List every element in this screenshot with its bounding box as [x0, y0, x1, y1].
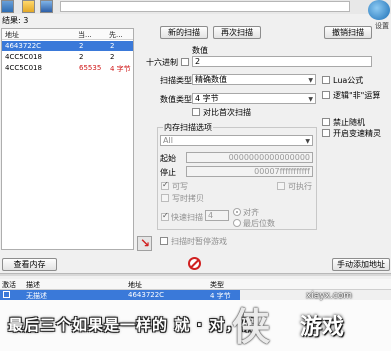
fast-scan-label: 快速扫描: [171, 213, 203, 222]
alignment-label: 对齐: [243, 208, 259, 217]
cheat-table-header: 激活 描述 地址 类型: [0, 279, 391, 290]
header-type[interactable]: 类型: [210, 280, 224, 290]
result-address: 4CC5C018: [5, 53, 42, 61]
memory-region-select[interactable]: All ▼: [160, 135, 313, 146]
hex-label: 十六进制: [146, 58, 178, 67]
found-count: 结果: 3: [2, 16, 29, 25]
active-checkbox[interactable]: [3, 291, 10, 298]
header-description[interactable]: 描述: [26, 280, 40, 290]
header-address[interactable]: 地址: [5, 30, 19, 40]
compare-first-checkbox[interactable]: [192, 108, 200, 116]
speedhack-checkbox[interactable]: [322, 129, 330, 137]
header-active[interactable]: 激活: [2, 280, 16, 290]
writable-checkbox[interactable]: [161, 180, 169, 190]
save-icon[interactable]: [40, 0, 53, 13]
last-digits-label: 最后位数: [243, 219, 275, 228]
result-previous: 4 字节: [110, 65, 131, 73]
scan-type-label: 扫描类型: [160, 76, 192, 85]
view-memory-button[interactable]: 查看内存: [2, 258, 57, 271]
last-digits-radio[interactable]: [233, 219, 241, 227]
value-type-value: 4 字节: [195, 94, 219, 103]
result-previous: 2: [110, 53, 115, 61]
speedhack-label: 开启变速精灵: [333, 129, 381, 138]
video-subtitle: 最后三个如果是一样的 就 · 对，确: [8, 316, 258, 334]
compare-first-label: 对比首次扫描: [203, 108, 251, 117]
pause-game-label: 扫描时暂停游戏: [171, 237, 227, 246]
computer-icon[interactable]: [1, 0, 14, 13]
writable-label: 可写: [172, 182, 188, 191]
result-row[interactable]: 4643722C 2 2: [2, 41, 133, 51]
pause-game-checkbox[interactable]: [160, 237, 168, 245]
hex-checkbox[interactable]: [181, 58, 189, 66]
result-address: 4CC5C018: [5, 64, 42, 72]
add-to-list-arrow-icon[interactable]: [137, 236, 152, 251]
toolbar: [0, 0, 391, 14]
result-current: 2: [79, 53, 84, 61]
start-label: 起始: [160, 154, 176, 163]
stop-address-input[interactable]: 00007fffffffffff: [186, 166, 313, 177]
results-header: 地址 当... 先...: [2, 29, 133, 40]
copy-on-write-label: 写时拷贝: [172, 194, 204, 203]
cheat-address: 4643722C: [128, 291, 165, 299]
header-previous[interactable]: 先...: [109, 30, 123, 40]
undo-scan-button[interactable]: 撤销扫描: [324, 26, 372, 39]
executable-checkbox[interactable]: [277, 182, 285, 190]
clear-list-icon[interactable]: [188, 257, 201, 270]
value-input[interactable]: 2: [192, 56, 372, 67]
memory-scan-options-title: 内存扫描选项: [163, 122, 213, 133]
add-address-manually-button[interactable]: 手动添加地址: [332, 258, 390, 271]
chevron-down-icon: ▼: [308, 77, 313, 84]
watermark-url: xiayx.com: [306, 291, 353, 301]
lua-formula-label: Lua公式: [333, 76, 364, 85]
disable-random-checkbox[interactable]: [322, 118, 330, 126]
folder-open-icon[interactable]: [22, 0, 35, 13]
splitter[interactable]: [0, 273, 391, 276]
value-label: 数值: [192, 46, 208, 55]
watermark-name: 游戏: [300, 315, 345, 340]
watermark-logo: 侠: [232, 305, 271, 349]
start-address-input[interactable]: 0000000000000000: [186, 152, 313, 163]
result-row[interactable]: 4CC5C018 2 2: [2, 52, 133, 62]
executable-label: 可执行: [288, 182, 312, 191]
chevron-down-icon: ▼: [305, 138, 310, 145]
result-previous: 2: [110, 42, 115, 50]
fast-scan-input[interactable]: 4: [205, 210, 229, 221]
result-address: 4643722C: [5, 42, 42, 50]
fast-scan-checkbox[interactable]: [161, 211, 169, 221]
new-scan-button[interactable]: 新的扫描: [160, 26, 208, 39]
result-row[interactable]: 4CC5C018 65535 4 字节: [2, 63, 133, 73]
scan-type-value: 精确数值: [195, 75, 227, 84]
disable-random-label: 禁止随机: [333, 118, 365, 127]
copy-on-write-checkbox[interactable]: [161, 194, 169, 202]
next-scan-button[interactable]: 再次扫描: [213, 26, 261, 39]
chevron-down-icon: ▼: [308, 96, 313, 103]
header-current[interactable]: 当...: [78, 30, 92, 40]
cheat-table-row[interactable]: 无描述 4643722C 4 字节: [0, 290, 240, 300]
header-address[interactable]: 地址: [128, 280, 142, 290]
value-type-label: 数值类型: [160, 95, 192, 104]
process-title-field: [60, 1, 350, 12]
lua-formula-checkbox[interactable]: [322, 76, 330, 84]
not-logic-label: 逻辑"非"运算: [333, 91, 381, 100]
cheat-engine-logo-icon[interactable]: [368, 0, 390, 20]
memory-region-value: All: [163, 136, 173, 145]
result-current: 65535: [79, 64, 102, 72]
scan-type-select[interactable]: 精确数值 ▼: [192, 74, 316, 85]
scan-results-list[interactable]: 地址 当... 先... 4643722C 2 2 4CC5C018 2 2 4…: [1, 28, 134, 250]
not-logic-checkbox[interactable]: [322, 91, 330, 99]
result-current: 2: [79, 42, 84, 50]
settings-label[interactable]: 设置: [375, 21, 389, 31]
stop-label: 停止: [160, 168, 176, 177]
alignment-radio[interactable]: [233, 208, 241, 216]
value-type-select[interactable]: 4 字节 ▼: [192, 93, 316, 104]
